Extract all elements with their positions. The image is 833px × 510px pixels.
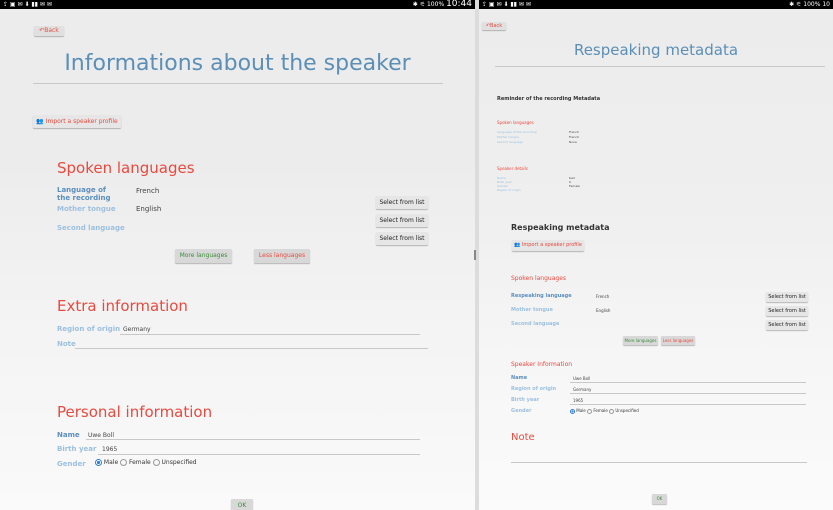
respeaking-metadata-screen: ↶Back Respeaking metadata Reminder of th… xyxy=(479,9,833,510)
respeaking-title-divider xyxy=(495,66,825,67)
name-label-right: Name xyxy=(511,375,528,381)
import-profile-button-right[interactable]: 👥 Import a speaker profile xyxy=(512,240,584,251)
gender-unspecified-radio-right[interactable]: Unspecified xyxy=(609,408,639,414)
gender-radio-group-right: Male Female Unspecified xyxy=(570,408,639,414)
region-label-right: Region of origin xyxy=(511,386,557,392)
reminder-spoken-heading: Spoken languages xyxy=(497,120,534,125)
back-button[interactable]: ↶Back xyxy=(34,26,64,36)
second-language-label-right: Second language xyxy=(511,321,560,327)
respeaking-language-label: Respeaking language xyxy=(511,293,572,299)
reminder-value: None xyxy=(569,140,577,144)
status-icons: ⇪ ▣ ✉ ⬇ ▮▮ ✉ ✉ xyxy=(3,1,52,8)
select-mother-tongue-button-right[interactable]: Select from list xyxy=(766,306,808,316)
gender-label: Gender xyxy=(57,460,86,468)
note-label: Note xyxy=(57,340,76,348)
people-icon: 👥 xyxy=(36,118,44,125)
extra-information-heading: Extra information xyxy=(57,297,188,315)
scroll-handle xyxy=(474,250,476,260)
birth-year-input-right[interactable]: 1965 xyxy=(573,398,583,403)
status-bar: ⇪ ▣ ✉ ⬇ ▮▮ ✉ ✉ ✱ ⚟ 100% 10:44 xyxy=(0,0,475,9)
name-input[interactable]: Uwe Boll xyxy=(88,432,114,439)
note-input[interactable] xyxy=(75,348,428,349)
page-title: Informations about the speaker xyxy=(64,51,411,76)
status-system-icons: ✱ ⚟ 100% xyxy=(412,1,445,8)
respeaking-title: Respeaking metadata xyxy=(573,41,739,59)
more-languages-button-right[interactable]: More languages xyxy=(623,336,658,345)
reminder-label: Region of origin xyxy=(497,188,521,192)
back-button-right[interactable]: ↶Back xyxy=(482,22,506,30)
more-languages-button[interactable]: More languages xyxy=(175,249,232,263)
less-languages-button[interactable]: Less languages xyxy=(254,249,310,263)
gender-radio-group: Male Female Unspecified xyxy=(95,459,197,466)
mother-tongue-value: English xyxy=(136,205,162,213)
name-underline xyxy=(86,439,420,440)
reminder-value: French xyxy=(569,130,579,134)
import-profile-button[interactable]: 👥 Import a speaker profile xyxy=(33,115,121,128)
reminder-speaker-heading: Speaker details xyxy=(497,166,528,171)
reminder-label: Second language xyxy=(497,140,523,144)
gender-unspecified-radio[interactable]: Unspecified xyxy=(152,459,197,466)
select-second-language-button[interactable]: Select from list xyxy=(376,232,428,245)
spoken-languages-heading-right: Spoken languages xyxy=(511,275,567,282)
lang-recording-value: French xyxy=(136,187,160,195)
status-system-icons-right: ✱ ⚟ 100% xyxy=(789,1,821,8)
reminder-heading: Reminder of the recording Metadata xyxy=(497,96,601,102)
less-languages-button-right[interactable]: Less languages xyxy=(661,336,695,345)
personal-information-heading: Personal information xyxy=(57,403,213,421)
reminder-value: Female xyxy=(569,184,580,188)
select-recording-language-button[interactable]: Select from list xyxy=(376,196,428,209)
reminder-label: Mother tongue xyxy=(497,135,520,139)
people-icon-right: 👥 xyxy=(514,242,521,248)
mother-tongue-value-right: English xyxy=(596,308,611,313)
reminder-label: Language of the recording xyxy=(497,130,537,134)
birth-year-underline xyxy=(98,454,420,455)
name-input-right[interactable]: Uwe Boll xyxy=(573,376,590,381)
note-input-right[interactable] xyxy=(511,462,807,463)
select-second-language-button-right[interactable]: Select from list xyxy=(766,320,808,330)
lang-recording-label: Language of the recording xyxy=(57,186,111,202)
mother-tongue-label: Mother tongue xyxy=(57,205,116,213)
gender-female-radio-right[interactable]: Female xyxy=(587,408,608,414)
respeaking-subheading: Respeaking metadata xyxy=(511,223,610,232)
second-language-label: Second language xyxy=(57,224,125,232)
select-mother-tongue-button[interactable]: Select from list xyxy=(376,214,428,227)
gender-male-radio[interactable]: Male xyxy=(95,459,118,466)
name-underline-right xyxy=(570,382,806,383)
respeaking-language-value: French xyxy=(596,294,610,299)
gender-male-radio-right[interactable]: Male xyxy=(570,408,586,414)
region-input[interactable]: Germany xyxy=(123,326,151,333)
reminder-value: French xyxy=(569,135,579,139)
birth-year-underline-right xyxy=(570,404,806,405)
name-label: Name xyxy=(57,431,80,439)
spoken-languages-heading: Spoken languages xyxy=(57,159,195,177)
note-heading: Note xyxy=(511,432,535,443)
birth-year-label: Birth year xyxy=(57,445,97,453)
region-input-right[interactable]: Germany xyxy=(573,387,591,392)
select-respeaking-language-button[interactable]: Select from list xyxy=(766,292,808,302)
speaker-information-heading: Speaker Information xyxy=(511,361,573,368)
title-divider xyxy=(33,83,443,84)
birth-year-input[interactable]: 1965 xyxy=(102,446,117,453)
status-icons-right: ⇪ ▣ ✉ ⬇ ▮▮ ✉ ✉ xyxy=(482,1,531,8)
birth-year-label-right: Birth year xyxy=(511,397,540,403)
ok-button[interactable]: OK xyxy=(231,499,253,510)
status-bar-right: ⇪ ▣ ✉ ⬇ ▮▮ ✉ ✉ ✱ ⚟ 100% 10 xyxy=(479,0,833,9)
gender-label-right: Gender xyxy=(511,408,532,414)
status-time: 10:44 xyxy=(446,0,472,9)
speaker-info-screen: ↶Back Informations about the speaker 👥 I… xyxy=(0,9,475,510)
region-underline-right xyxy=(570,393,806,394)
ok-button-right[interactable]: OK xyxy=(652,494,667,504)
gender-female-radio[interactable]: Female xyxy=(120,459,151,466)
region-underline xyxy=(120,334,420,335)
region-label: Region of origin xyxy=(57,325,121,333)
mother-tongue-label-right: Mother tongue xyxy=(511,307,553,313)
status-time-right: 10 xyxy=(822,1,830,8)
